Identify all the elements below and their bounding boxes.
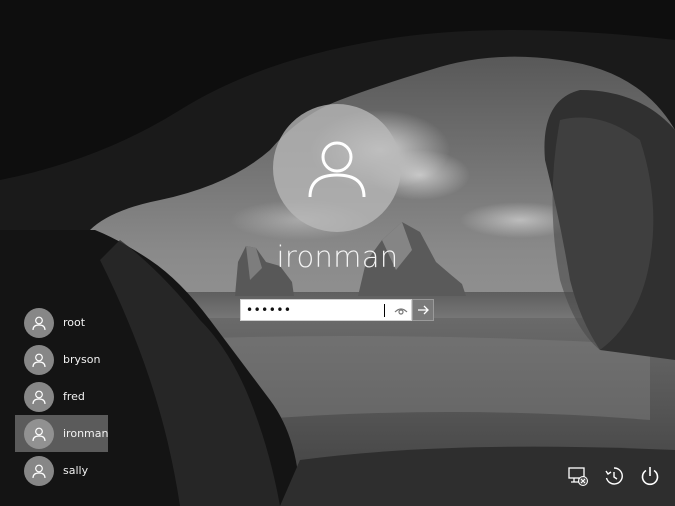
password-box: [240, 299, 434, 321]
arrow-right-icon: [418, 305, 429, 315]
user-item-label: fred: [63, 390, 85, 403]
user-avatar: [273, 104, 401, 232]
user-silhouette-icon: [308, 141, 366, 198]
user-item-label: sally: [63, 464, 89, 477]
password-input[interactable]: [241, 301, 386, 319]
user-icon: [24, 344, 54, 375]
user-item-ironman[interactable]: ironman: [15, 415, 108, 452]
user-item-label: bryson: [63, 353, 101, 366]
user-icon: [24, 455, 54, 486]
submit-button[interactable]: [412, 299, 434, 321]
eye-icon[interactable]: [394, 303, 408, 317]
system-tray: [567, 465, 661, 487]
user-icon: [24, 381, 54, 412]
user-item-sally[interactable]: sally: [15, 452, 108, 489]
user-icon: [24, 307, 54, 338]
username-label: ironman: [276, 240, 399, 274]
user-item-bryson[interactable]: bryson: [15, 341, 108, 378]
network-disconnected-icon[interactable]: [567, 465, 589, 487]
user-item-label: root: [63, 316, 86, 329]
user-item-label: ironman: [63, 427, 109, 440]
user-item-fred[interactable]: fred: [15, 378, 108, 415]
user-item-root[interactable]: root: [15, 304, 108, 341]
power-icon[interactable]: [639, 465, 661, 487]
lock-screen: ironman root: [0, 0, 675, 506]
user-icon: [24, 418, 54, 449]
text-caret: [384, 303, 385, 317]
password-field[interactable]: [240, 299, 412, 321]
user-list: root bryson fred ironman sally: [15, 304, 108, 489]
ease-of-access-icon[interactable]: [603, 465, 625, 487]
